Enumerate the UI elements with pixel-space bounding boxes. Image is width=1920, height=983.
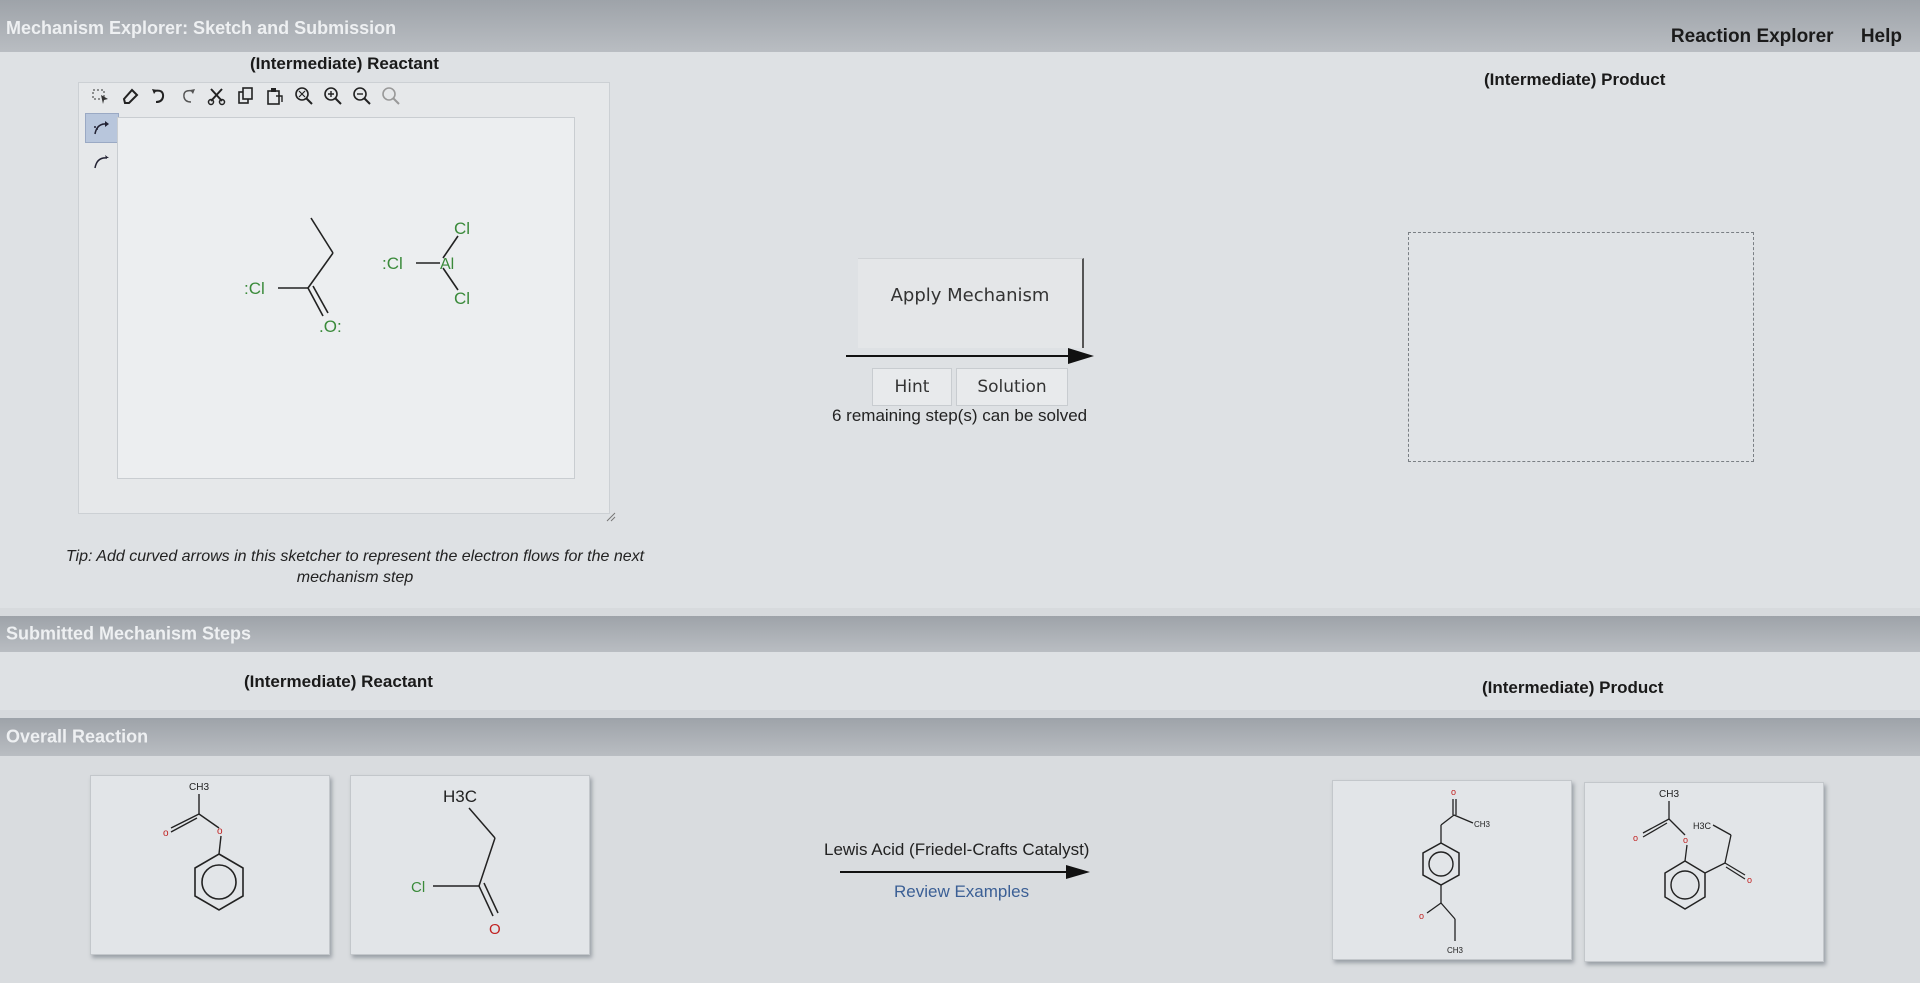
reactant-sketcher[interactable]: :Cl .O: :Cl Al Cl Cl bbox=[78, 82, 610, 514]
submitted-reactant-label: (Intermediate) Reactant bbox=[244, 672, 433, 691]
title-bar: Mechanism Explorer: Sketch and Submissio… bbox=[0, 0, 1920, 52]
side-toolbar bbox=[85, 113, 119, 181]
aluminum-atom: Al bbox=[440, 256, 454, 273]
svg-text:H3C: H3C bbox=[443, 787, 477, 806]
product-label: (Intermediate) Product bbox=[1484, 70, 1666, 89]
review-examples-link[interactable]: Review Examples bbox=[894, 882, 1029, 902]
solution-button[interactable]: Solution bbox=[956, 368, 1068, 406]
zoom-reset-icon[interactable] bbox=[294, 86, 314, 106]
reactant-card-propanoyl-chloride[interactable]: H3C Cl O bbox=[350, 775, 590, 955]
cut-icon[interactable] bbox=[207, 86, 227, 106]
svg-text:O: O bbox=[489, 921, 501, 938]
svg-text:o: o bbox=[1633, 833, 1638, 843]
aluminum-chloride-molecule[interactable]: :Cl Al Cl Cl bbox=[382, 219, 470, 308]
sketch-canvas[interactable]: :Cl .O: :Cl Al Cl Cl bbox=[117, 117, 575, 479]
zoom-in-icon[interactable] bbox=[323, 86, 343, 106]
undo-icon[interactable] bbox=[149, 86, 169, 106]
submitted-steps-bar[interactable]: Submitted Mechanism Steps bbox=[0, 616, 1920, 652]
svg-text:o: o bbox=[1451, 787, 1456, 797]
overall-reaction-bar[interactable]: Overall Reaction bbox=[0, 718, 1920, 756]
curved-arrow-two-electron-icon[interactable] bbox=[85, 113, 119, 143]
svg-text:CH3: CH3 bbox=[189, 782, 209, 793]
zoom-fit-icon[interactable] bbox=[381, 86, 401, 106]
reaction-condition: Lewis Acid (Friedel-Crafts Catalyst) bbox=[824, 840, 1090, 859]
chlorine-atom: :Cl bbox=[382, 254, 403, 273]
help-link[interactable]: Help bbox=[1861, 26, 1902, 47]
overall-reaction-title: Overall Reaction bbox=[6, 726, 149, 747]
svg-text:H3C: H3C bbox=[1693, 821, 1712, 831]
hint-button[interactable]: Hint bbox=[872, 368, 952, 406]
top-links: Reaction Explorer Help bbox=[1649, 26, 1902, 48]
remaining-steps-text: 6 remaining step(s) can be solved bbox=[832, 406, 1088, 425]
svg-text:CH3: CH3 bbox=[1659, 789, 1679, 800]
svg-text:Cl: Cl bbox=[411, 879, 425, 896]
submitted-product-label: (Intermediate) Product bbox=[1482, 678, 1664, 697]
chlorine-atom: Cl bbox=[454, 219, 470, 238]
resize-handle-icon[interactable] bbox=[604, 510, 618, 524]
redo-icon[interactable] bbox=[178, 86, 198, 106]
submitted-steps-title: Submitted Mechanism Steps bbox=[6, 623, 252, 644]
reaction-explorer-link[interactable]: Reaction Explorer bbox=[1671, 26, 1834, 47]
svg-text:o: o bbox=[1747, 875, 1752, 885]
paste-icon[interactable] bbox=[265, 86, 285, 106]
svg-text:o: o bbox=[1419, 911, 1424, 921]
svg-text:o: o bbox=[1683, 835, 1688, 845]
reactant-label: (Intermediate) Reactant bbox=[250, 54, 439, 73]
reaction-arrow-icon bbox=[846, 348, 1094, 364]
chlorine-atom: Cl bbox=[454, 289, 470, 308]
reactant-structures: :Cl .O: :Cl Al Cl Cl bbox=[244, 217, 470, 336]
curved-arrow-one-electron-icon[interactable] bbox=[85, 147, 119, 177]
selection-icon[interactable] bbox=[91, 86, 111, 106]
svg-text:CH3: CH3 bbox=[1474, 820, 1491, 829]
chlorine-atom: :Cl bbox=[244, 279, 265, 298]
reactant-card-phenyl-acetate[interactable]: CH3 o o bbox=[90, 775, 330, 955]
apply-mechanism-button[interactable]: Apply Mechanism bbox=[858, 258, 1084, 348]
copy-icon[interactable] bbox=[236, 86, 256, 106]
propanoyl-chloride-molecule[interactable]: :Cl .O: bbox=[244, 217, 342, 336]
product-card-ortho[interactable]: CH3 o o H3C o bbox=[1584, 782, 1824, 962]
overall-reaction-arrow-icon bbox=[840, 865, 1090, 879]
svg-text:o: o bbox=[217, 826, 223, 837]
svg-text:CH3: CH3 bbox=[1447, 946, 1464, 955]
sketcher-tip: Tip: Add curved arrows in this sketcher … bbox=[65, 548, 645, 586]
oxygen-atom: .O: bbox=[319, 317, 342, 336]
svg-text:o: o bbox=[163, 828, 169, 839]
sketcher-toolbar bbox=[91, 83, 401, 109]
eraser-icon[interactable] bbox=[120, 86, 140, 106]
app-title: Mechanism Explorer: Sketch and Submissio… bbox=[6, 18, 397, 38]
product-card-para[interactable]: o CH3 o CH3 bbox=[1332, 780, 1572, 960]
product-drop-area[interactable] bbox=[1408, 232, 1754, 462]
submitted-steps-panel: (Intermediate) Reactant (Intermediate) P… bbox=[0, 652, 1920, 710]
zoom-out-icon[interactable] bbox=[352, 86, 372, 106]
